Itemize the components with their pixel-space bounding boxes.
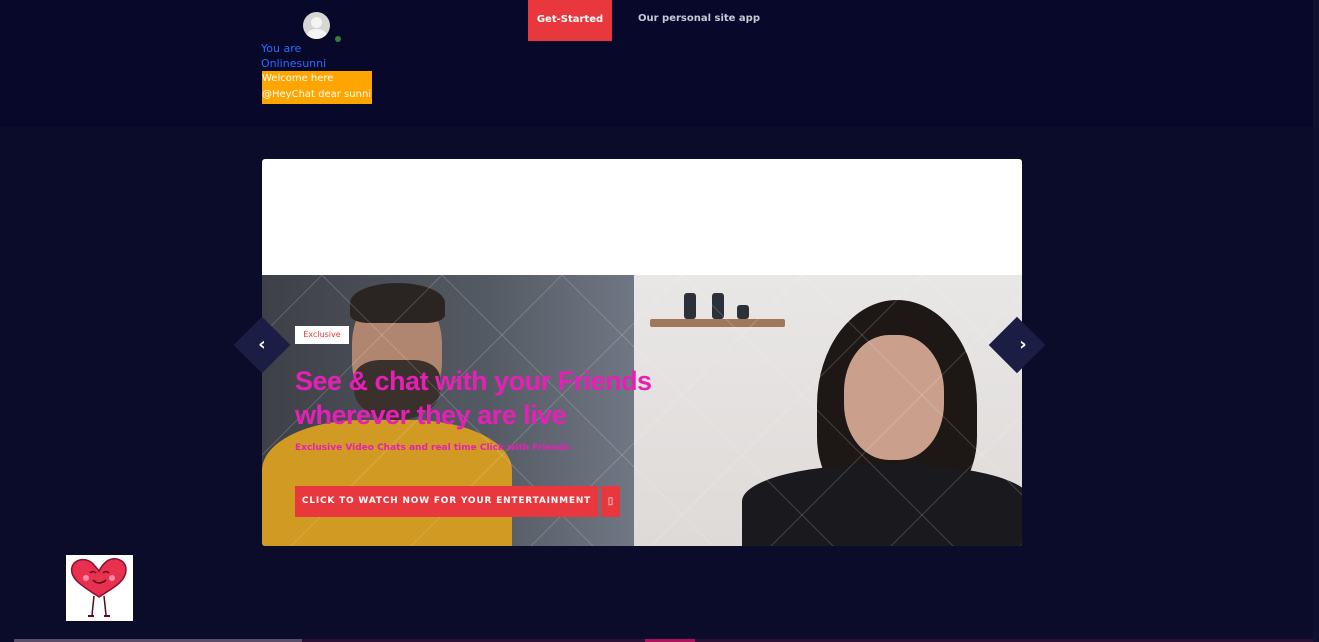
status-you-are: You are [261,42,302,55]
chevron-right-icon[interactable]: › [1013,335,1033,355]
slide-headline: See & chat with your Friends wherever th… [295,364,655,432]
welcome-line: Welcome here [262,73,334,84]
status-username[interactable]: Onlinesunni [261,57,326,70]
heart-sticker-icon[interactable] [66,555,133,621]
slide-subline: Exclusive Video Chats and real time Clic… [295,443,570,453]
get-started-button[interactable]: Get-Started [528,0,612,41]
watch-now-button[interactable]: CLICK TO WATCH NOW FOR YOUR ENTERTAINMEN… [295,486,598,517]
exclusive-badge: Exclusive [295,326,349,344]
avatar-head [311,17,322,28]
top-header: You areOnlinesunni now Welcome here @Hey… [0,0,1319,127]
user-avatar-icon[interactable] [303,12,330,39]
heart-sticker-graphic [70,558,127,617]
headline-line-2: wherever they are live [295,400,567,430]
page-scrollbar[interactable] [1313,0,1319,642]
welcome-user-line: @HeyChat dear sunni [262,89,372,100]
personal-site-app-link[interactable]: Our personal site app [638,13,760,24]
slider-pagination [614,537,674,543]
headline-line-1: See & chat with your Friends [295,366,652,396]
play-icon[interactable]: ▯ [601,486,620,517]
welcome-banner: Welcome here @HeyChat dear sunni [262,71,372,104]
chevron-left-icon[interactable]: ‹ [252,335,272,355]
avatar-body [306,29,327,39]
hero-slider[interactable]: Exclusive See & chat with your Friends w… [262,159,1022,546]
